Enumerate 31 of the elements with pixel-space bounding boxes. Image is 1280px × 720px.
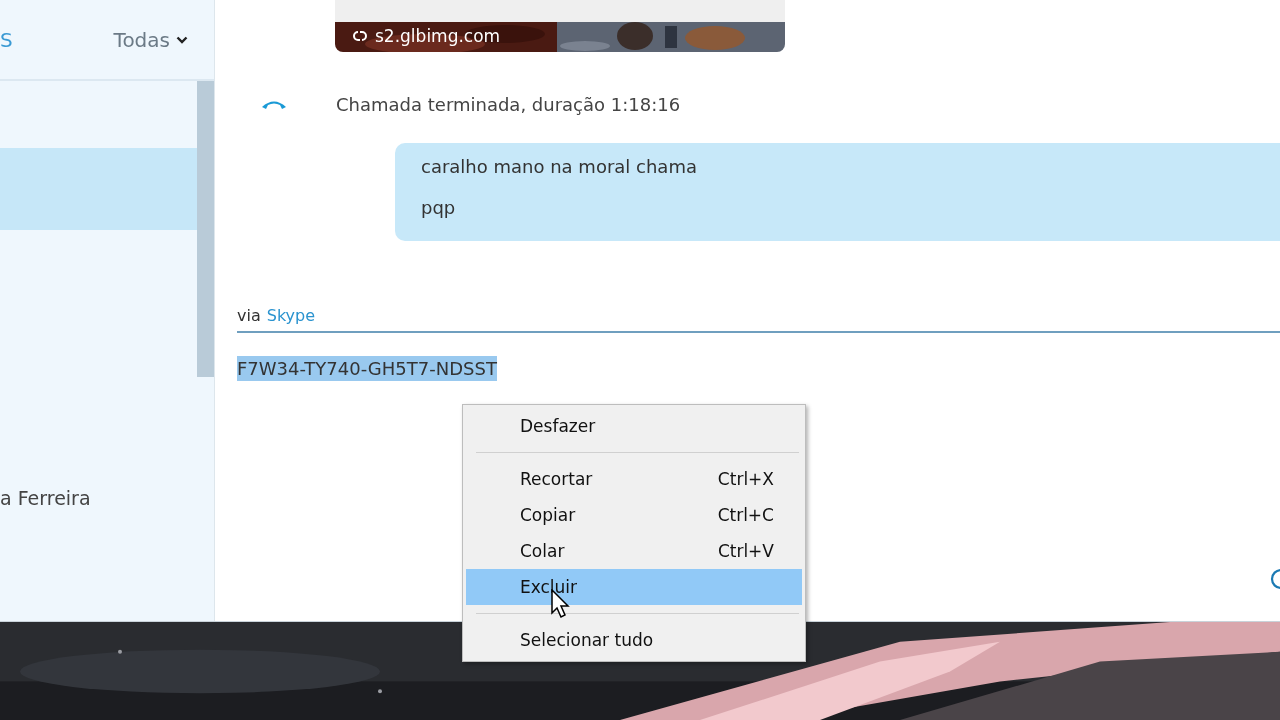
menu-item-shortcut: Ctrl+V [717,541,774,561]
menu-item-shortcut: Ctrl+X [717,469,774,489]
menu-item[interactable]: Recortar Ctrl+X [466,461,802,497]
menu-item-label: Colar [520,541,565,561]
menu-item-label: Selecionar tudo [520,630,654,650]
emoticon-icon[interactable] [1270,568,1280,590]
menu-item[interactable]: Copiar Ctrl+C [466,497,802,533]
skype-link[interactable]: Skype [266,306,316,325]
link-preview-card[interactable]: s2.glbimg.com [335,0,785,52]
scrollbar-thumb[interactable] [197,81,214,377]
menu-item-label: Recortar [520,469,593,489]
via-label: via [237,306,261,325]
sidebar-title: S [0,27,13,52]
menu-item[interactable]: Colar Ctrl+V [466,533,802,569]
menu-item-label: Desfazer [520,416,596,436]
chevron-icon [176,35,188,44]
conversation-item[interactable]: a Ferreira [0,457,197,539]
menu-item-label: Excluir [520,577,578,597]
conversation-item[interactable] [0,148,197,230]
menu-item[interactable]: Excluir [466,569,802,605]
filter-dropdown[interactable]: Todas [113,27,188,52]
menu-item-label: Copiar [520,505,576,525]
link-icon [351,28,369,44]
menu-item-shortcut: Ctrl+C [717,505,774,525]
menu-item[interactable]: Desfazer [466,408,802,444]
menu-item[interactable]: Selecionar tudo [466,622,802,658]
message-input[interactable]: F7W34-TY740-GH5T7-NDSST [237,358,1280,379]
message-text: pqp [421,198,457,218]
message-text: caralho mano na moral chama [421,157,698,177]
link-domain: s2.glbimg.com [375,26,501,46]
call-event-text: Chamada terminada, duração 1:18:16 [336,93,681,115]
